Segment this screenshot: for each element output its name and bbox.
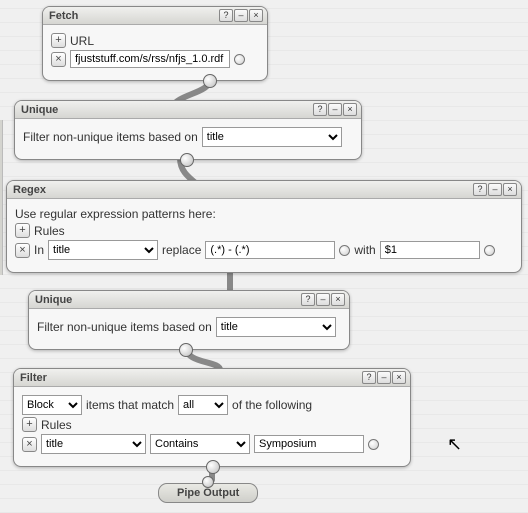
regex-replace-input[interactable] (205, 241, 335, 259)
regex-replace-label: replace (162, 243, 201, 257)
close-button[interactable]: × (343, 103, 357, 116)
close-button[interactable]: × (392, 371, 406, 384)
node-fetch-title: Fetch (49, 10, 218, 22)
filter-value-input[interactable] (254, 435, 364, 453)
left-rail (0, 120, 3, 275)
node-unique-2[interactable]: Unique ? – × Filter non-unique items bas… (28, 290, 350, 350)
filter-value-port[interactable] (368, 439, 379, 450)
filter-rules-label: Rules (41, 418, 72, 432)
url-input[interactable] (70, 50, 230, 68)
add-url-button[interactable]: + (51, 33, 66, 48)
minimize-button[interactable]: – (377, 371, 391, 384)
minimize-button[interactable]: – (316, 293, 330, 306)
minimize-button[interactable]: – (328, 103, 342, 116)
node-unique2-title: Unique (35, 294, 300, 306)
mouse-cursor-icon: ↖ (447, 434, 462, 455)
node-unique1-titlebar[interactable]: Unique ? – × (15, 101, 361, 119)
regex-with-port[interactable] (484, 245, 495, 256)
help-button[interactable]: ? (301, 293, 315, 306)
add-filter-rule-button[interactable]: + (22, 417, 37, 432)
help-button[interactable]: ? (362, 371, 376, 384)
url-input-port[interactable] (234, 54, 245, 65)
pipe-output-input-port[interactable] (202, 476, 214, 488)
node-unique-1[interactable]: Unique ? – × Filter non-unique items bas… (14, 100, 362, 160)
node-unique2-titlebar[interactable]: Unique ? – × (29, 291, 349, 309)
help-button[interactable]: ? (313, 103, 327, 116)
filter-field-select[interactable]: title (41, 434, 146, 454)
filter-output-port[interactable] (206, 460, 220, 474)
regex-with-label: with (354, 243, 375, 257)
close-button[interactable]: × (249, 9, 263, 22)
help-button[interactable]: ? (219, 9, 233, 22)
filter-items-label: items that match (86, 398, 174, 412)
node-unique1-title: Unique (21, 104, 312, 116)
node-fetch-titlebar[interactable]: Fetch ? – × (43, 7, 267, 25)
regex-with-input[interactable] (380, 241, 480, 259)
node-filter-titlebar[interactable]: Filter ? – × (14, 369, 410, 387)
node-filter-title: Filter (20, 372, 361, 384)
filter-operator-select[interactable]: Contains (150, 434, 250, 454)
pipe-output-label: Pipe Output (177, 487, 239, 499)
url-label: URL (70, 34, 94, 48)
regex-in-label: In (34, 243, 44, 257)
regex-intro: Use regular expression patterns here: (15, 207, 216, 221)
minimize-button[interactable]: – (488, 183, 502, 196)
regex-replace-port[interactable] (339, 245, 350, 256)
node-fetch[interactable]: Fetch ? – × + URL × (42, 6, 268, 81)
minimize-button[interactable]: – (234, 9, 248, 22)
help-button[interactable]: ? (473, 183, 487, 196)
node-filter[interactable]: Filter ? – × Block items that match all … (13, 368, 411, 467)
remove-filter-rule-button[interactable]: × (22, 437, 37, 452)
unique1-field-select[interactable]: title (202, 127, 342, 147)
filter-following-label: of the following (232, 398, 312, 412)
unique2-field-select[interactable]: title (216, 317, 336, 337)
filter-mode-select[interactable]: Block (22, 395, 82, 415)
unique2-output-port[interactable] (179, 343, 193, 357)
unique1-output-port[interactable] (180, 153, 194, 167)
remove-rule-button[interactable]: × (15, 243, 30, 258)
regex-in-field-select[interactable]: title (48, 240, 158, 260)
node-regex-title: Regex (13, 184, 472, 196)
unique1-label: Filter non-unique items based on (23, 130, 198, 144)
node-regex-titlebar[interactable]: Regex ? – × (7, 181, 521, 199)
close-button[interactable]: × (331, 293, 345, 306)
fetch-output-port[interactable] (203, 74, 217, 88)
pipe-output-node[interactable]: Pipe Output (158, 483, 258, 503)
node-regex[interactable]: Regex ? – × Use regular expression patte… (6, 180, 522, 273)
filter-match-select[interactable]: all (178, 395, 228, 415)
add-rule-button[interactable]: + (15, 223, 30, 238)
close-button[interactable]: × (503, 183, 517, 196)
remove-url-button[interactable]: × (51, 52, 66, 67)
unique2-label: Filter non-unique items based on (37, 320, 212, 334)
regex-rules-label: Rules (34, 224, 65, 238)
